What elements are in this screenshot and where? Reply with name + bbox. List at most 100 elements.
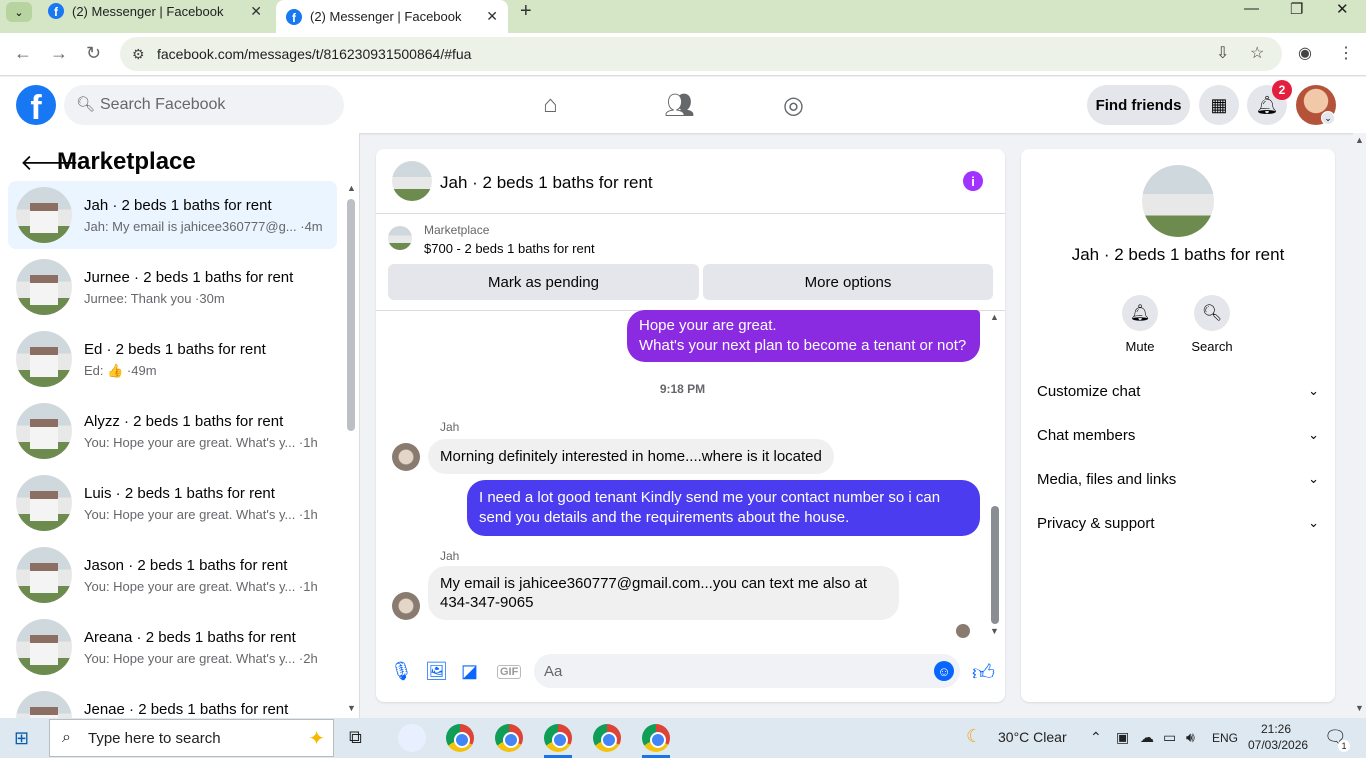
windows-start-icon[interactable]: ⊞ bbox=[14, 728, 29, 749]
chrome-icon[interactable] bbox=[495, 724, 523, 752]
page-scrollbar[interactable]: ▲ ▼ bbox=[1353, 133, 1366, 718]
seen-indicator-avatar bbox=[956, 624, 970, 638]
listing-profile-thumbnail[interactable] bbox=[1142, 165, 1214, 237]
new-tab-icon[interactable]: + bbox=[520, 0, 532, 23]
conversation-item[interactable]: Jason · 2 beds 1 baths for rent You: Hop… bbox=[8, 541, 337, 609]
listing-thumbnail bbox=[16, 331, 72, 387]
tab-search-chevron-icon[interactable]: ⌄ bbox=[6, 2, 32, 22]
incoming-message[interactable]: My email is jahicee360777@gmail.com...yo… bbox=[428, 566, 899, 620]
weather-moon-icon[interactable]: ☾ bbox=[966, 726, 982, 747]
mute-button[interactable]: 🔔︎ Mute bbox=[1110, 295, 1170, 354]
tab-title: (2) Messenger | Facebook bbox=[310, 9, 462, 24]
minimize-icon[interactable]: — bbox=[1244, 0, 1259, 17]
customize-chat-row[interactable]: Customize chat ⌄ bbox=[1037, 373, 1319, 409]
weather-text[interactable]: 30°C Clear bbox=[998, 729, 1067, 745]
sender-avatar[interactable] bbox=[392, 443, 420, 471]
conversation-preview: You: Hope your are great. What's y... ·1… bbox=[84, 579, 318, 594]
chat-listing-thumbnail[interactable] bbox=[392, 161, 432, 201]
language-indicator[interactable]: ENG bbox=[1212, 731, 1238, 745]
message-line: I need a lot good tenant Kindly send me … bbox=[479, 489, 941, 506]
more-options-button[interactable]: More options bbox=[703, 264, 993, 300]
tray-app-icon[interactable]: ▣ bbox=[1116, 729, 1129, 746]
chrome-icon[interactable] bbox=[593, 724, 621, 752]
groups-icon[interactable]: ◎ bbox=[783, 91, 804, 120]
chat-scrollbar[interactable] bbox=[991, 506, 999, 624]
scroll-down-icon[interactable]: ▼ bbox=[1355, 703, 1364, 713]
site-settings-icon[interactable]: ⚙ bbox=[132, 46, 145, 63]
browser-menu-icon[interactable]: ⋮ bbox=[1338, 43, 1354, 63]
chevron-down-icon: ⌄ bbox=[1308, 515, 1319, 530]
chrome-icon[interactable] bbox=[446, 724, 474, 752]
conversation-item[interactable]: Jurnee · 2 beds 1 baths for rent Jurnee:… bbox=[8, 253, 337, 321]
conversation-item[interactable]: Alyzz · 2 beds 1 baths for rent You: Hop… bbox=[8, 397, 337, 465]
conversation-preview: You: Hope your are great. What's y... ·1… bbox=[84, 507, 318, 522]
row-label: Customize chat bbox=[1037, 382, 1141, 400]
listing-price-title[interactable]: $700 - 2 beds 1 baths for rent bbox=[424, 241, 595, 256]
emoji-icon[interactable]: ☺ bbox=[934, 661, 954, 681]
reload-icon[interactable]: ↻ bbox=[86, 43, 101, 64]
conversation-item[interactable]: Luis · 2 beds 1 baths for rent You: Hope… bbox=[8, 469, 337, 537]
scroll-down-icon[interactable]: ▼ bbox=[347, 703, 356, 713]
gif-icon[interactable]: GIF bbox=[497, 665, 522, 679]
conversation-item[interactable]: Areana · 2 beds 1 baths for rent You: Ho… bbox=[8, 613, 337, 681]
sticker-icon[interactable]: ◪ bbox=[461, 661, 478, 682]
find-friends-button[interactable]: Find friends bbox=[1087, 85, 1190, 125]
install-app-icon[interactable]: ⇩ bbox=[1216, 43, 1229, 63]
pinned-app-icon[interactable] bbox=[398, 724, 426, 752]
media-files-links-row[interactable]: Media, files and links ⌄ bbox=[1037, 461, 1319, 497]
message-line: My email is jahicee360777@gmail.com...yo… bbox=[440, 575, 868, 592]
conversation-name: Jason · 2 beds 1 baths for rent bbox=[84, 557, 288, 574]
photo-icon[interactable]: 🖼︎ bbox=[425, 661, 448, 682]
back-icon[interactable]: ← bbox=[14, 43, 32, 64]
facebook-search-input[interactable]: 🔍︎ Search Facebook bbox=[64, 85, 344, 125]
conversation-item[interactable]: Ed · 2 beds 1 baths for rent Ed: 👍 ·49m bbox=[8, 325, 337, 393]
scroll-up-icon[interactable]: ▲ bbox=[347, 183, 356, 193]
outgoing-message[interactable]: I need a lot good tenant Kindly send me … bbox=[467, 480, 980, 536]
sender-name: Jah bbox=[440, 549, 460, 563]
tray-chevron-icon[interactable]: ⌃ bbox=[1090, 729, 1102, 746]
mark-as-pending-button[interactable]: Mark as pending bbox=[388, 264, 699, 300]
chat-members-row[interactable]: Chat members ⌄ bbox=[1037, 417, 1319, 453]
task-view-icon[interactable]: ⧉ bbox=[349, 727, 362, 748]
outgoing-message[interactable]: Hope your are great. What's your next pl… bbox=[627, 310, 980, 362]
chat-title[interactable]: Jah · 2 beds 1 baths for rent bbox=[440, 173, 653, 193]
browser-tab-2[interactable]: f (2) Messenger | Facebook ✕ bbox=[276, 0, 508, 33]
volume-icon[interactable]: 🔊︎ bbox=[1186, 729, 1195, 746]
close-tab-icon[interactable]: ✕ bbox=[486, 8, 498, 25]
message-input[interactable]: Aa ☺ bbox=[534, 654, 960, 688]
privacy-support-row[interactable]: Privacy & support ⌄ bbox=[1037, 505, 1319, 541]
conversation-item[interactable]: Jenae · 2 beds 1 baths for rent bbox=[8, 685, 337, 718]
home-icon[interactable]: ⌂ bbox=[543, 91, 558, 119]
close-tab-icon[interactable]: ✕ bbox=[250, 3, 262, 20]
search-in-chat-button[interactable]: 🔍︎ Search bbox=[1182, 295, 1242, 354]
conversation-list-scrollbar[interactable] bbox=[347, 199, 355, 431]
friends-icon[interactable]: 👥︎ bbox=[664, 91, 694, 120]
incoming-message[interactable]: Morning definitely interested in home...… bbox=[428, 439, 834, 474]
info-icon[interactable]: i bbox=[963, 171, 983, 191]
conversation-item[interactable]: Jah · 2 beds 1 baths for rent Jah: My em… bbox=[8, 181, 337, 249]
browser-tab-1[interactable]: f (2) Messenger | Facebook ✕ bbox=[40, 0, 272, 22]
chrome-icon[interactable] bbox=[544, 724, 572, 752]
close-window-icon[interactable]: ✕ bbox=[1336, 0, 1349, 18]
bookmark-star-icon[interactable]: ☆ bbox=[1250, 43, 1264, 63]
sender-avatar[interactable] bbox=[392, 592, 420, 620]
taskbar-clock[interactable]: 21:26 07/03/2026 bbox=[1248, 721, 1309, 753]
restore-icon[interactable]: ❐ bbox=[1290, 0, 1303, 18]
scroll-down-icon[interactable]: ▼ bbox=[990, 626, 999, 636]
scroll-up-icon[interactable]: ▲ bbox=[990, 312, 999, 322]
like-thumb-icon[interactable]: 👍︎ bbox=[972, 659, 995, 686]
network-icon[interactable]: ▭ bbox=[1163, 729, 1176, 746]
account-chevron-icon[interactable]: ⌄ bbox=[1321, 111, 1335, 125]
listing-mini-thumbnail[interactable] bbox=[388, 226, 412, 250]
scroll-up-icon[interactable]: ▲ bbox=[1355, 135, 1364, 145]
clock-date: 07/03/2026 bbox=[1248, 738, 1309, 752]
microphone-icon[interactable]: 🎙︎ bbox=[390, 661, 413, 682]
menu-grid-icon[interactable]: ▦ bbox=[1199, 85, 1239, 125]
profile-icon[interactable]: ◉ bbox=[1298, 43, 1312, 63]
taskbar-search-input[interactable]: ⌕ Type here to search ✦ bbox=[49, 719, 334, 757]
tray-cloud-icon[interactable]: ☁ bbox=[1140, 729, 1154, 746]
chrome-icon[interactable] bbox=[642, 724, 670, 752]
url-input[interactable]: ⚙ facebook.com/messages/t/81623093150086… bbox=[120, 37, 1282, 71]
forward-icon[interactable]: → bbox=[50, 43, 68, 64]
facebook-logo-icon[interactable]: f bbox=[16, 85, 56, 125]
